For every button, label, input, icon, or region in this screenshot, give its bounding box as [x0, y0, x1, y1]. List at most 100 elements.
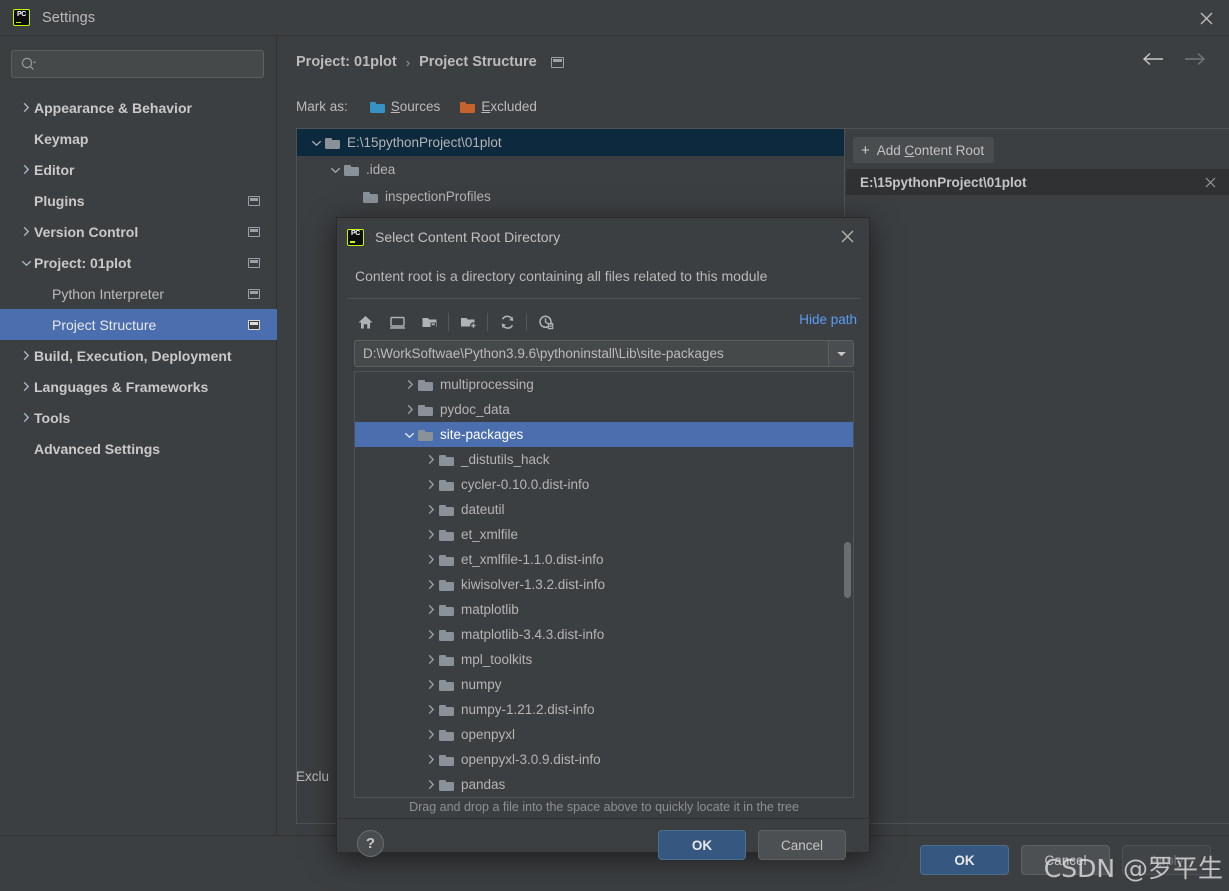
chevron-right-icon[interactable] — [422, 654, 439, 665]
sidebar-item-python-interpreter[interactable]: Python Interpreter — [0, 278, 277, 309]
sidebar-item-build-execution-deployment[interactable]: Build, Execution, Deployment — [0, 340, 277, 371]
directory-tree-row[interactable]: _distutils_hack — [355, 447, 853, 472]
chevron-right-icon[interactable] — [422, 679, 439, 690]
directory-tree-row[interactable]: matplotlib — [355, 597, 853, 622]
dialog-cancel-button[interactable]: Cancel — [758, 830, 846, 860]
project-tree-row[interactable]: inspectionProfiles — [297, 183, 844, 210]
scrollbar-thumb[interactable] — [844, 542, 851, 598]
directory-tree-row[interactable]: kiwisolver-1.3.2.dist-info — [355, 572, 853, 597]
directory-tree-row[interactable]: mpl_toolkits — [355, 647, 853, 672]
refresh-icon[interactable] — [491, 307, 523, 337]
directory-tree-row[interactable]: multiprocessing — [355, 372, 853, 397]
directory-tree-row[interactable]: site-packages — [355, 422, 853, 447]
desktop-icon[interactable] — [381, 307, 413, 337]
close-icon[interactable] — [1183, 0, 1229, 36]
pycharm-logo-text: PC — [351, 230, 360, 238]
dialog-ok-button[interactable]: OK — [658, 830, 746, 860]
chevron-right-icon[interactable] — [18, 226, 34, 237]
settings-cancel-button[interactable]: Cancel — [1021, 845, 1110, 875]
chevron-right-icon[interactable] — [401, 404, 418, 415]
directory-tree-row[interactable]: openpyxl-3.0.9.dist-info — [355, 747, 853, 772]
mark-as-excluded-button[interactable]: Excluded — [460, 99, 537, 114]
mark-as-sources-button[interactable]: Sources — [370, 99, 441, 114]
hide-path-link[interactable]: Hide path — [799, 312, 857, 327]
chevron-right-icon[interactable] — [18, 164, 34, 175]
chevron-right-icon[interactable] — [422, 529, 439, 540]
settings-window: PC Settings Appearance & BehaviorKeymapE… — [0, 0, 1229, 891]
chevron-right-icon[interactable] — [18, 350, 34, 361]
chevron-right-icon[interactable] — [422, 504, 439, 515]
path-field[interactable]: D:\WorkSoftwae\Python3.9.6\pythoninstall… — [354, 340, 828, 367]
chevron-right-icon[interactable] — [422, 554, 439, 565]
home-icon[interactable] — [349, 307, 381, 337]
chevron-right-icon[interactable] — [422, 729, 439, 740]
chevron-right-icon[interactable] — [18, 412, 34, 423]
sidebar-item-version-control[interactable]: Version Control — [0, 216, 277, 247]
directory-tree-row[interactable]: cycler-0.10.0.dist-info — [355, 472, 853, 497]
chevron-right-icon[interactable] — [422, 579, 439, 590]
sidebar-item-appearance-behavior[interactable]: Appearance & Behavior — [0, 92, 277, 123]
mark-as-label: Mark as: — [296, 99, 348, 114]
breadcrumb-root[interactable]: Project: 01plot — [296, 54, 397, 70]
sidebar-item-plugins[interactable]: Plugins — [0, 185, 277, 216]
search-box[interactable] — [11, 50, 264, 78]
chevron-right-icon[interactable] — [18, 102, 34, 113]
folder-icon — [439, 704, 454, 716]
chevron-down-icon[interactable] — [828, 340, 854, 367]
sidebar-item-advanced-settings[interactable]: Advanced Settings — [0, 433, 277, 464]
dialog-close-icon[interactable] — [840, 229, 855, 244]
directory-tree-row[interactable]: et_xmlfile-1.1.0.dist-info — [355, 547, 853, 572]
chevron-down-icon[interactable] — [307, 139, 325, 147]
chevron-right-icon[interactable] — [422, 454, 439, 465]
path-combobox[interactable]: D:\WorkSoftwae\Python3.9.6\pythoninstall… — [354, 340, 854, 367]
sidebar-item-languages-frameworks[interactable]: Languages & Frameworks — [0, 371, 277, 402]
directory-tree-scrollbar[interactable] — [844, 391, 851, 789]
chevron-down-icon[interactable] — [401, 431, 418, 439]
directory-tree-row[interactable]: pydoc_data — [355, 397, 853, 422]
project-tree-label: E:\15pythonProject\01plot — [347, 135, 502, 150]
settings-apply-button[interactable]: Apply — [1122, 845, 1211, 875]
chevron-right-icon[interactable] — [422, 779, 439, 790]
directory-tree-row[interactable]: dateutil — [355, 497, 853, 522]
chevron-down-icon[interactable] — [18, 259, 34, 267]
folder-icon — [418, 379, 433, 391]
chevron-down-icon[interactable] — [326, 166, 344, 174]
back-arrow-icon[interactable] — [1141, 52, 1165, 66]
settings-ok-button[interactable]: OK — [920, 845, 1009, 875]
sidebar-item-label: Project Structure — [52, 317, 156, 333]
project-tree-row[interactable]: .idea — [297, 156, 844, 183]
sidebar-item-keymap[interactable]: Keymap — [0, 123, 277, 154]
directory-tree-row[interactable]: numpy-1.21.2.dist-info — [355, 697, 853, 722]
dialog-help-button[interactable]: ? — [357, 830, 384, 857]
content-root-entry-path: E:\15pythonProject\01plot — [860, 175, 1027, 190]
show-hidden-icon[interactable] — [530, 307, 562, 337]
folder-icon — [439, 579, 454, 591]
chevron-right-icon[interactable] — [422, 479, 439, 490]
directory-tree[interactable]: multiprocessingpydoc_datasite-packages_d… — [354, 371, 854, 798]
sidebar-item-tools[interactable]: Tools — [0, 402, 277, 433]
sidebar-item-project-structure[interactable]: Project Structure — [0, 309, 277, 340]
chevron-right-icon[interactable] — [18, 381, 34, 392]
directory-tree-row[interactable]: et_xmlfile — [355, 522, 853, 547]
sidebar-item-editor[interactable]: Editor — [0, 154, 277, 185]
sidebar-item-project-01plot[interactable]: Project: 01plot — [0, 247, 277, 278]
chevron-right-icon[interactable] — [422, 629, 439, 640]
project-tree-row[interactable]: E:\15pythonProject\01plot — [297, 129, 844, 156]
content-root-entry[interactable]: E:\15pythonProject\01plot — [846, 169, 1229, 195]
add-content-root-button[interactable]: + Add Content Root — [853, 137, 994, 163]
search-input[interactable] — [43, 52, 233, 76]
chevron-right-icon[interactable] — [401, 379, 418, 390]
remove-content-root-icon[interactable] — [1204, 176, 1217, 189]
directory-tree-row[interactable]: numpy — [355, 672, 853, 697]
chevron-right-icon[interactable] — [422, 754, 439, 765]
directory-tree-row[interactable]: openpyxl — [355, 722, 853, 747]
new-folder-icon[interactable] — [452, 307, 484, 337]
chevron-right-icon[interactable] — [422, 604, 439, 615]
pycharm-logo-icon: PC — [13, 9, 30, 26]
forward-arrow-icon[interactable] — [1183, 52, 1207, 66]
directory-tree-row[interactable]: pandas — [355, 772, 853, 797]
chevron-right-icon[interactable] — [422, 704, 439, 715]
directory-tree-row[interactable]: matplotlib-3.4.3.dist-info — [355, 622, 853, 647]
project-dir-icon[interactable] — [413, 307, 445, 337]
directory-tree-label: dateutil — [461, 502, 505, 517]
